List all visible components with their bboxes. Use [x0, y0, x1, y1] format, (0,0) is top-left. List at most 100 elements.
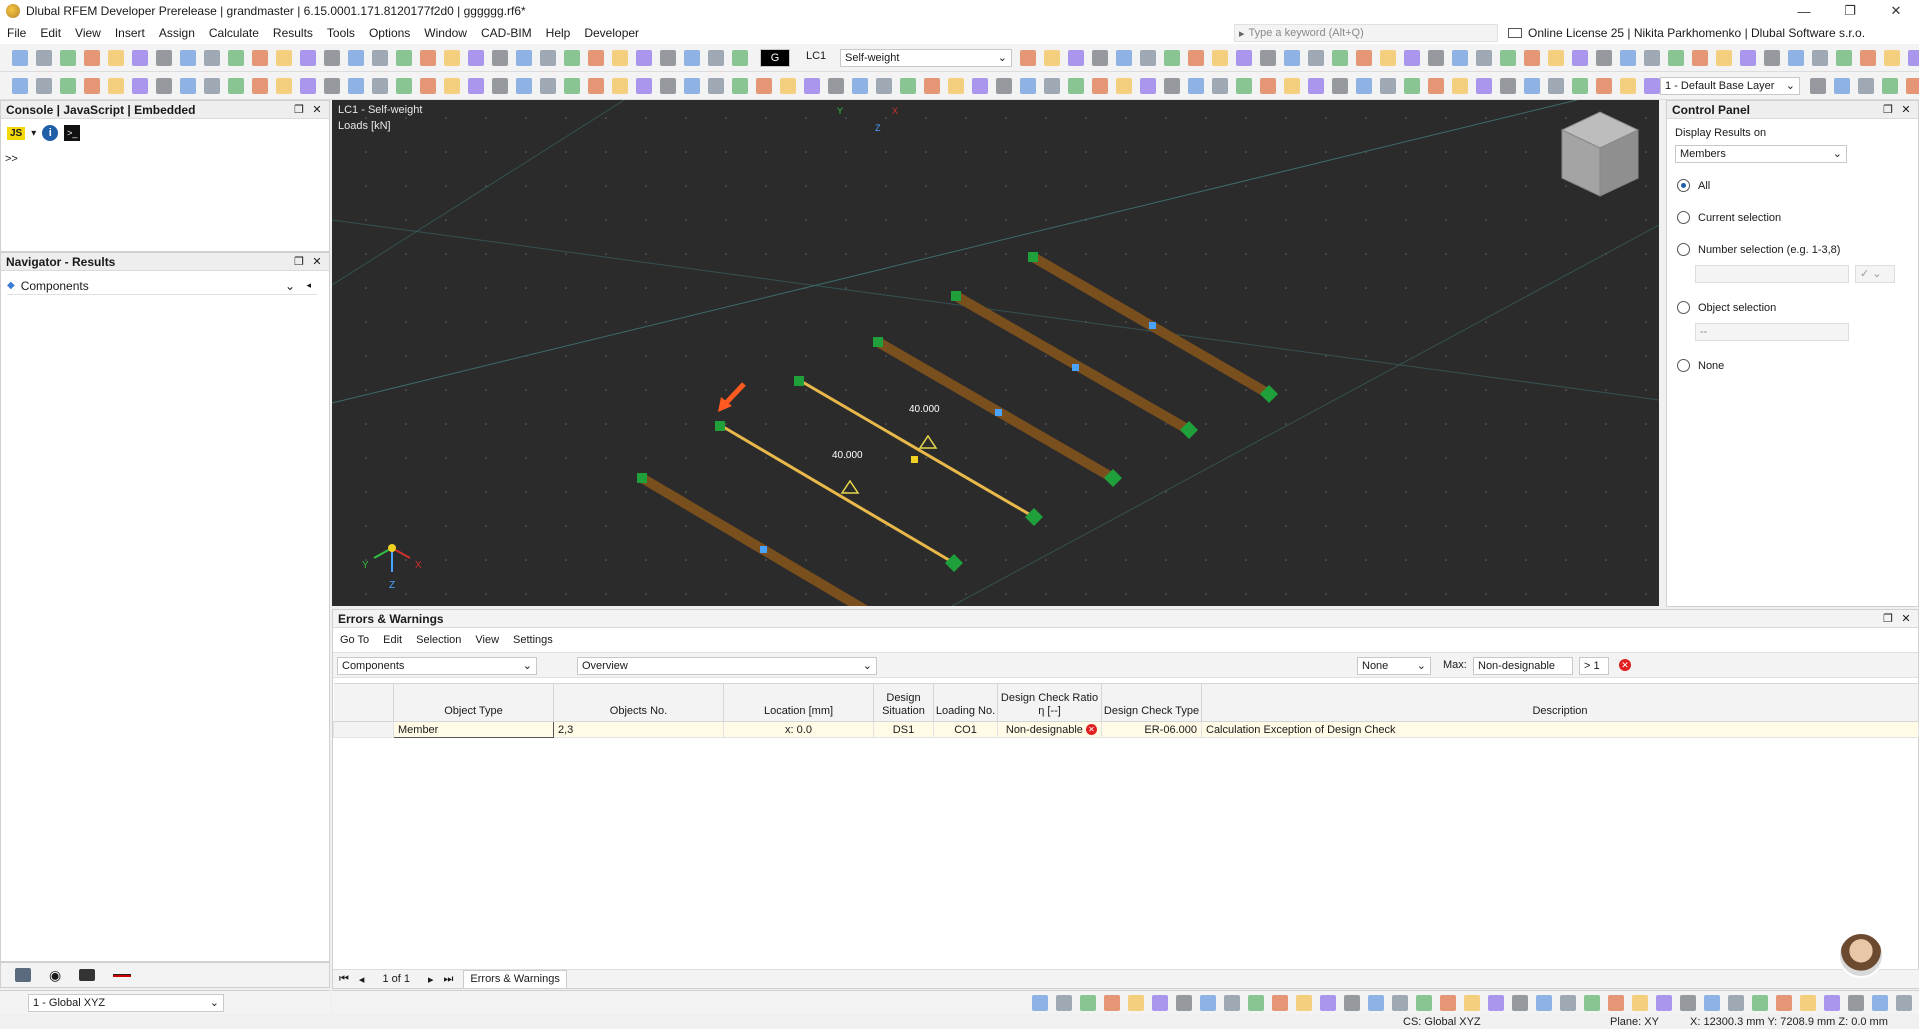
radio-button[interactable] [1677, 179, 1690, 192]
toolbar-tool-icon[interactable] [132, 78, 148, 94]
toolbar-tool-icon[interactable] [228, 50, 244, 66]
toolbar-tool-icon[interactable] [1452, 78, 1468, 94]
eye-icon[interactable]: ◉ [49, 967, 61, 984]
first-page-icon[interactable]: ⏮ [339, 973, 349, 986]
toolbar-tool-icon[interactable] [1632, 995, 1648, 1011]
toolbar-tool-icon[interactable] [1140, 50, 1156, 66]
js-badge-icon[interactable]: JS [7, 126, 26, 140]
toolbar-tool-icon[interactable] [1344, 995, 1360, 1011]
toolbar-tool-icon[interactable] [252, 50, 268, 66]
terminal-icon[interactable]: >_ [64, 125, 81, 141]
toolbar-tool-icon[interactable] [1500, 50, 1516, 66]
radio-object-selection[interactable]: Object selection [1677, 301, 1776, 314]
toolbar-tool-icon[interactable] [420, 78, 436, 94]
float-icon[interactable]: ❐ [1880, 101, 1896, 119]
member-center-point[interactable] [760, 546, 767, 553]
toolbar-tool-icon[interactable] [1068, 78, 1084, 94]
toolbar-tool-icon[interactable] [1092, 78, 1108, 94]
close-icon[interactable]: ✕ [309, 253, 325, 271]
info-icon[interactable]: i [42, 125, 59, 141]
cell-objects-no[interactable]: 2,3 [553, 721, 724, 738]
toolbar-tool-icon[interactable] [1884, 50, 1900, 66]
toolbar-tool-icon[interactable] [684, 50, 700, 66]
toolbar-tool-icon[interactable] [300, 78, 316, 94]
toolbar-tool-icon[interactable] [1332, 78, 1348, 94]
errors-none-select[interactable]: None ⌄ [1357, 657, 1431, 675]
toolbar-tool-icon[interactable] [1644, 78, 1660, 94]
toolbar-tool-icon[interactable] [564, 50, 580, 66]
toolbar-tool-icon[interactable] [1536, 995, 1552, 1011]
menu-view[interactable]: View [68, 22, 108, 44]
model-canvas[interactable]: 40.000 40.000 Y X Z X Y Z [332, 100, 1659, 606]
radio-button[interactable] [1677, 243, 1690, 256]
support-node[interactable] [1025, 508, 1043, 526]
radio-number-selection[interactable]: Number selection (e.g. 1-3,8) [1677, 243, 1840, 256]
toolbar-tool-icon[interactable] [732, 78, 748, 94]
toolbar-tool-icon[interactable] [1308, 50, 1324, 66]
toolbar-tool-icon[interactable] [588, 50, 604, 66]
toolbar-tool-icon[interactable] [1834, 78, 1850, 94]
toolbar-tool-icon[interactable] [1044, 78, 1060, 94]
radio-all[interactable]: All [1677, 179, 1710, 192]
toolbar-tool-icon[interactable] [108, 78, 124, 94]
chevron-down-icon[interactable]: ▾ [31, 128, 36, 139]
toolbar-tool-icon[interactable] [1476, 50, 1492, 66]
toolbar-tool-icon[interactable] [36, 78, 52, 94]
toolbar-tool-icon[interactable] [1476, 78, 1492, 94]
toolbar-tool-icon[interactable] [1680, 995, 1696, 1011]
cell-design-situation[interactable]: DS1 [873, 721, 934, 738]
toolbar-tool-icon[interactable] [1380, 50, 1396, 66]
menu-options[interactable]: Options [362, 22, 417, 44]
radio-button[interactable] [1677, 301, 1690, 314]
toolbar-tool-icon[interactable] [228, 78, 244, 94]
load-arrow[interactable] [723, 382, 746, 406]
toolbar-tool-icon[interactable] [756, 78, 772, 94]
toolbar-tool-icon[interactable] [1824, 995, 1840, 1011]
column-header-objects-no[interactable]: Objects No. [553, 683, 724, 722]
toolbar-tool-icon[interactable] [924, 78, 940, 94]
toolbar-tool-icon[interactable] [180, 78, 196, 94]
toolbar-tool-icon[interactable] [900, 78, 916, 94]
toolbar-tool-icon[interactable] [1860, 50, 1876, 66]
toolbar-tool-icon[interactable] [1584, 995, 1600, 1011]
float-icon[interactable]: ❐ [291, 253, 307, 271]
toolbar-tool-icon[interactable] [84, 50, 100, 66]
toolbar-tool-icon[interactable] [1488, 995, 1504, 1011]
toolbar-tool-icon[interactable] [1524, 50, 1540, 66]
menu-insert[interactable]: Insert [108, 22, 152, 44]
toolbar-tool-icon[interactable] [1644, 50, 1660, 66]
toolbar-tool-icon[interactable] [564, 78, 580, 94]
toolbar-tool-icon[interactable] [372, 50, 388, 66]
member-center-point[interactable] [911, 456, 918, 463]
menu-developer[interactable]: Developer [577, 22, 646, 44]
toolbar-tool-icon[interactable] [708, 78, 724, 94]
toolbar-tool-icon[interactable] [1272, 995, 1288, 1011]
cell-description[interactable]: Calculation Exception of Design Check [1201, 721, 1919, 738]
member-center-point[interactable] [1072, 364, 1079, 371]
toolbar-tool-icon[interactable] [348, 78, 364, 94]
coordinate-system-select[interactable]: 1 - Global XYZ ⌄ [28, 994, 224, 1012]
toolbar-tool-icon[interactable] [420, 50, 436, 66]
toolbar-tool-icon[interactable] [1908, 50, 1919, 66]
toolbar-tool-icon[interactable] [1068, 50, 1084, 66]
toolbar-tool-icon[interactable] [252, 78, 268, 94]
errors-menu-edit[interactable]: Edit [376, 634, 409, 646]
float-icon[interactable]: ❐ [1880, 610, 1896, 628]
toolbar-tool-icon[interactable] [1788, 50, 1804, 66]
toolbar-tool-icon[interactable] [1560, 995, 1576, 1011]
close-icon[interactable]: ✕ [309, 101, 325, 119]
toolbar-tool-icon[interactable] [1858, 78, 1874, 94]
column-header-location[interactable]: Location [mm] [723, 683, 874, 722]
toolbar-tool-icon[interactable] [732, 50, 748, 66]
toolbar-tool-icon[interactable] [1248, 995, 1264, 1011]
toolbar-tool-icon[interactable] [1260, 50, 1276, 66]
toolbar-tool-icon[interactable] [60, 50, 76, 66]
errors-max-value[interactable]: Non-designable [1473, 657, 1573, 675]
toolbar-tool-icon[interactable] [156, 78, 172, 94]
errors-menu-goto[interactable]: Go To [333, 634, 376, 646]
cell-location[interactable]: x: 0.0 [723, 721, 874, 738]
errors-menu-settings[interactable]: Settings [506, 634, 560, 646]
keyword-search-input[interactable]: ▸ Type a keyword (Alt+Q) [1234, 24, 1498, 42]
close-icon[interactable]: ✕ [1898, 101, 1914, 119]
toolbar-tool-icon[interactable] [1392, 995, 1408, 1011]
